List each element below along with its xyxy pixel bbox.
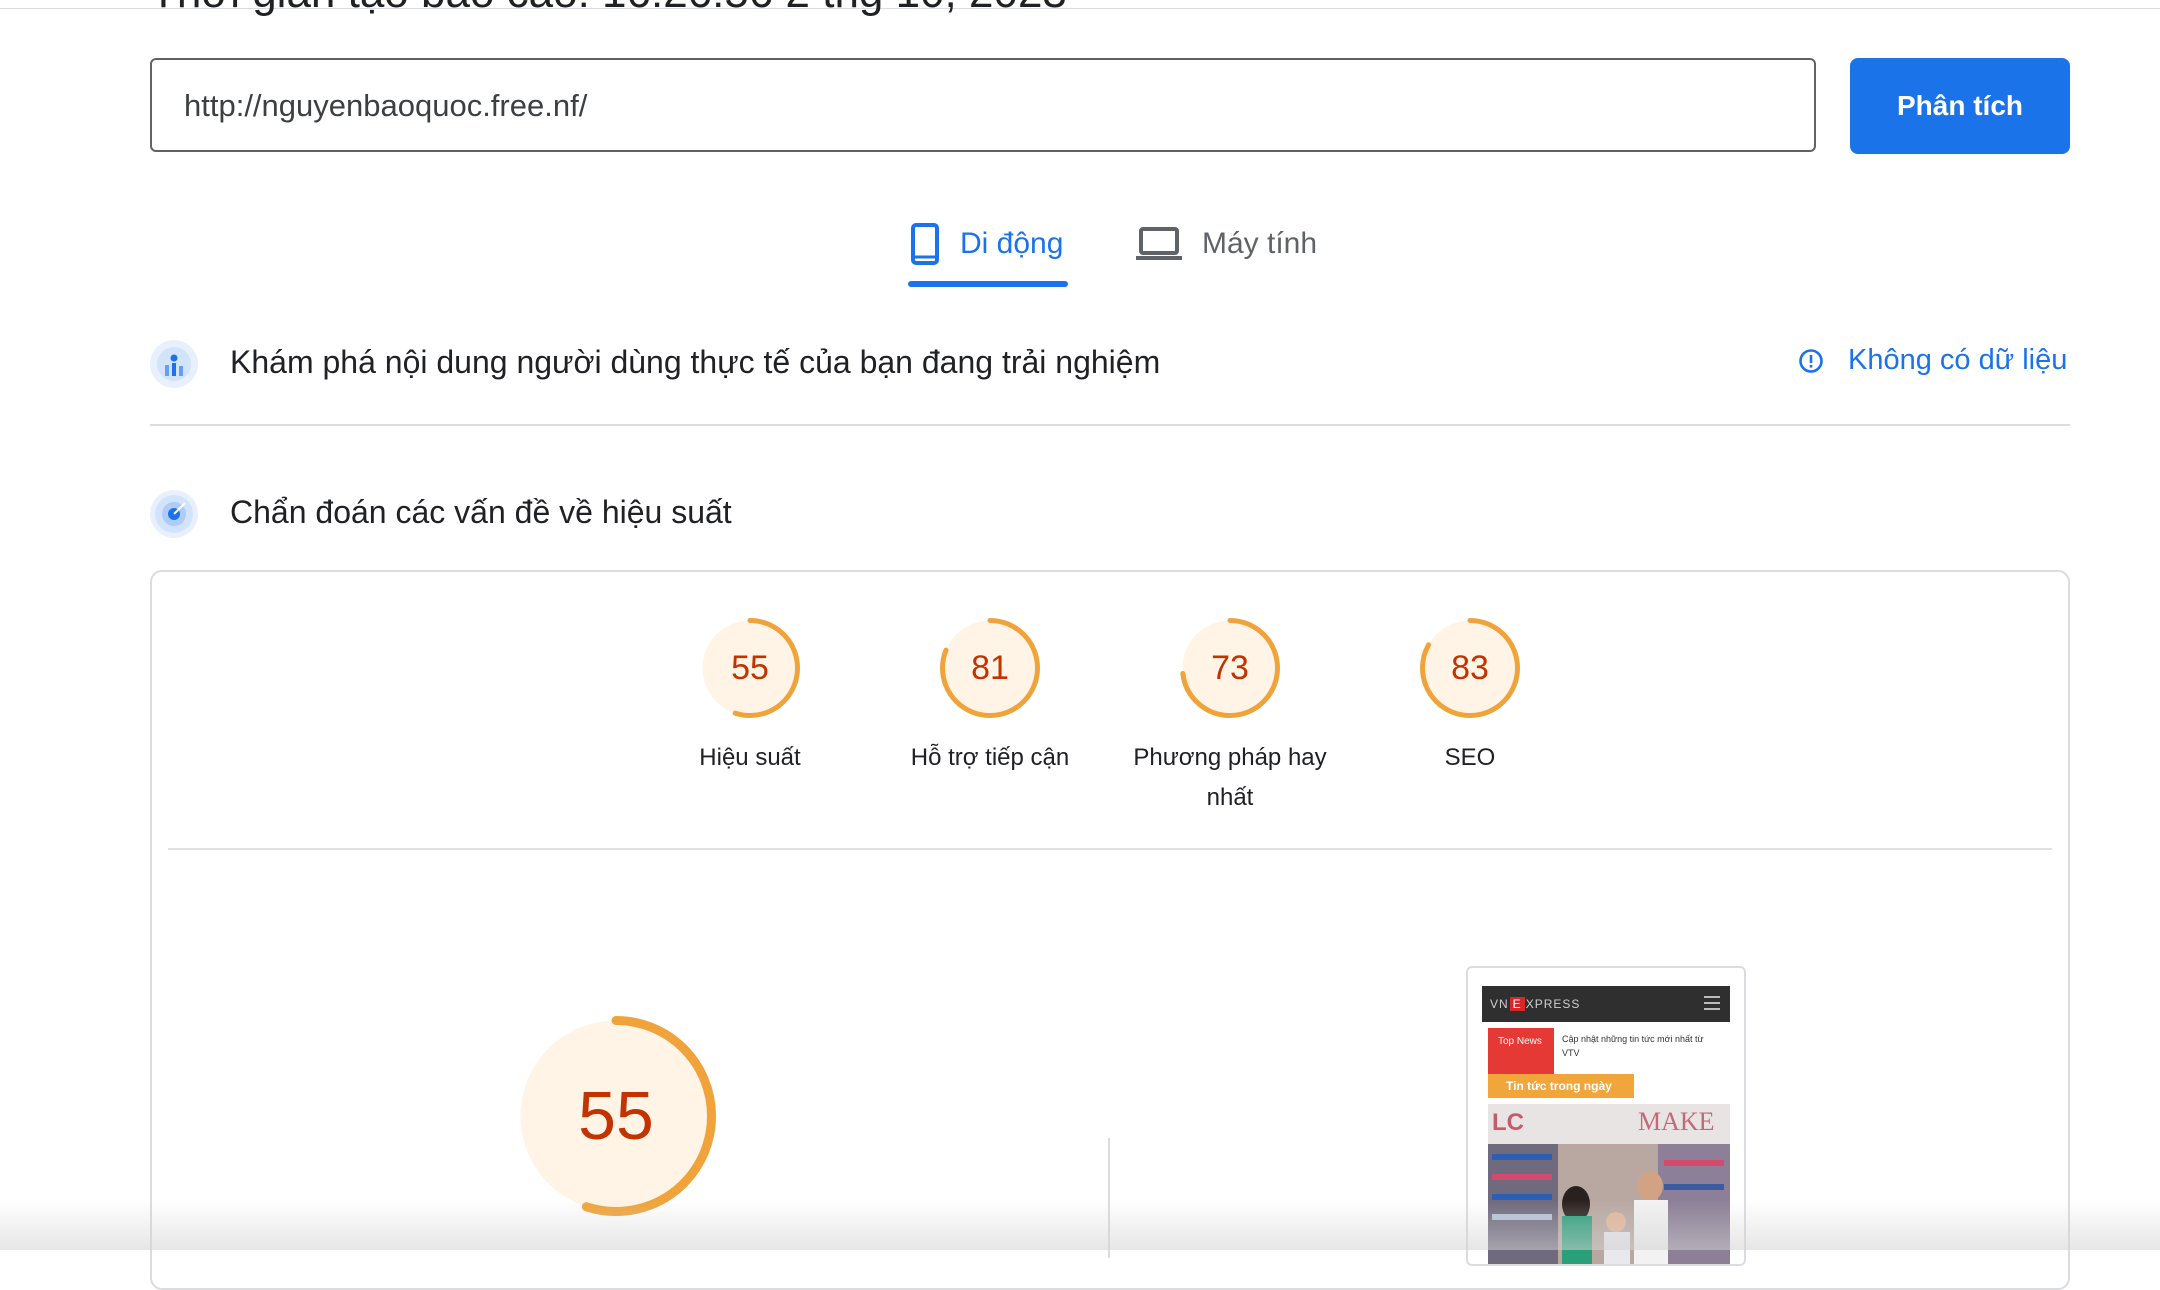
diagnostics-target-icon — [150, 490, 198, 538]
preview-brand-mark: E — [1509, 997, 1525, 1011]
score-label: Hiệu suất — [699, 744, 801, 771]
bottom-shadow — [0, 1200, 2160, 1250]
score-gauge-performance[interactable]: 55 Hiệu suất — [630, 618, 870, 778]
analyze-button[interactable]: Phân tích — [1850, 58, 2070, 154]
tab-desktop[interactable]: Máy tính — [1136, 212, 1317, 276]
score-value: 73 — [1211, 648, 1249, 687]
no-data-label: Không có dữ liệu — [1848, 344, 2068, 376]
card-divider — [168, 848, 2052, 850]
tab-mobile[interactable]: Di động — [910, 212, 1063, 276]
score-value: 83 — [1451, 648, 1489, 687]
section-divider — [150, 424, 2070, 426]
svg-text:MAKE: MAKE — [1638, 1107, 1715, 1136]
preview-section-label: Tin tức trong ngày — [1488, 1074, 1634, 1098]
score-value: 81 — [971, 648, 1009, 687]
url-field[interactable] — [150, 58, 1816, 152]
preview-brand-prefix: VN — [1490, 997, 1509, 1011]
score-label: Hỗ trợ tiếp cận — [910, 744, 1070, 771]
lab-data-title: Chẩn đoán các vấn đề về hiệu suất — [230, 494, 732, 530]
report-time: Thời gian tạo báo cáo: 16:26:56 2 thg 10… — [150, 0, 1067, 18]
preview-site-header: VN E XPRESS — [1482, 986, 1730, 1022]
score-label: SEO — [1444, 744, 1496, 771]
field-data-title: Khám phá nội dung người dùng thực tế của… — [230, 344, 1161, 380]
preview-brand-suffix: XPRESS — [1525, 997, 1581, 1011]
users-chart-icon — [150, 340, 198, 388]
info-icon — [1798, 348, 1824, 374]
performance-main-gauge: 55 — [516, 1016, 716, 1216]
score-label: Phương pháp hay nhất — [1133, 744, 1327, 811]
no-data-link[interactable]: Không có dữ liệu — [1798, 344, 2067, 377]
url-input[interactable] — [182, 60, 1786, 152]
tab-mobile-label: Di động — [960, 227, 1064, 260]
tab-selected-indicator — [908, 281, 1068, 287]
laptop-icon — [1136, 226, 1182, 262]
score-gauge-best-practices[interactable]: 73 Phương pháp hay nhất — [1110, 618, 1350, 818]
hamburger-menu-icon — [1704, 996, 1720, 1010]
smartphone-icon — [910, 223, 940, 265]
score-gauge-seo[interactable]: 83 SEO — [1350, 618, 1590, 778]
preview-headline: Cập nhật những tin tức mới nhất từ VTV — [1562, 1034, 1704, 1058]
preview-top-news: Top News — [1488, 1028, 1554, 1076]
performance-main-score: 55 — [578, 1078, 654, 1154]
score-gauge-accessibility[interactable]: 81 Hỗ trợ tiếp cận — [870, 618, 1110, 778]
svg-text:LC: LC — [1492, 1109, 1524, 1136]
tab-desktop-label: Máy tính — [1202, 227, 1318, 260]
score-value: 55 — [731, 648, 769, 687]
